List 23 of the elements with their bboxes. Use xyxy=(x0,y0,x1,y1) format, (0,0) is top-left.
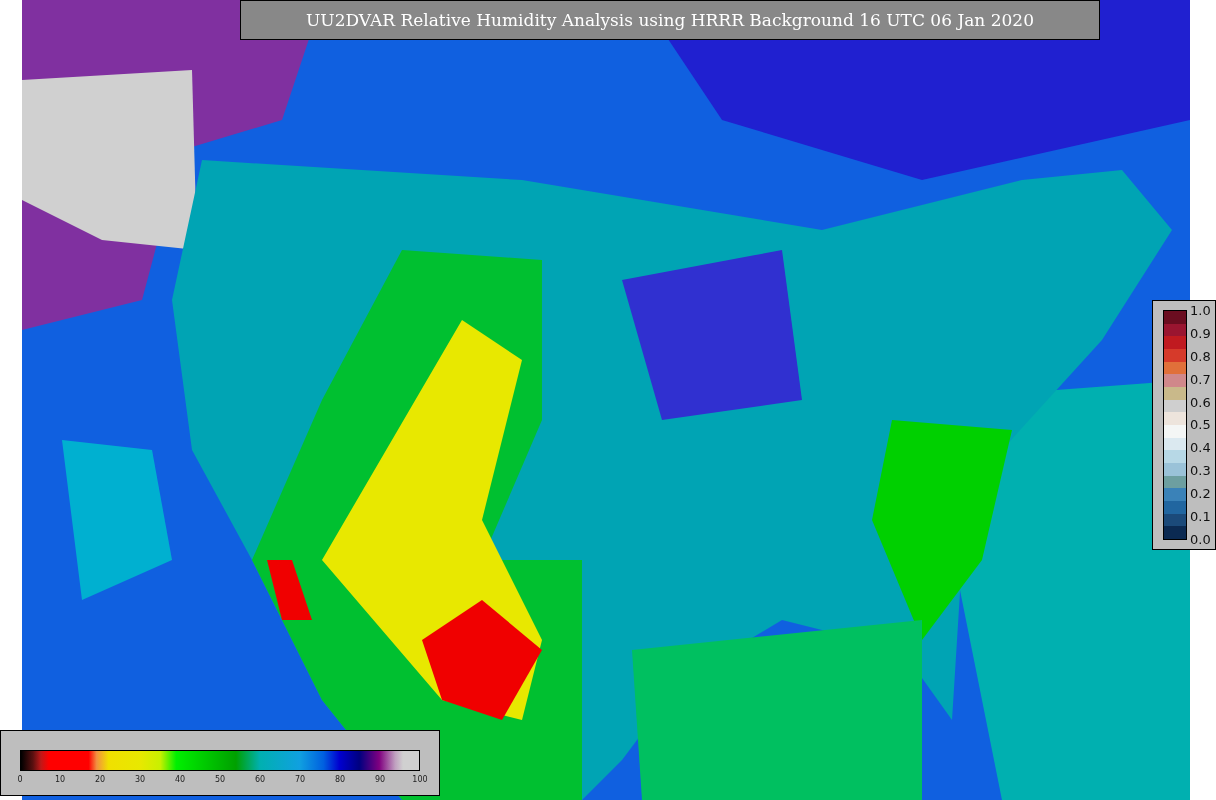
tick-label: 0 xyxy=(17,775,23,784)
tick-label: 0.7 xyxy=(1190,372,1211,386)
tick-label: 0.0 xyxy=(1190,532,1211,546)
tick-label: 30 xyxy=(134,775,146,784)
tick-label: 0.6 xyxy=(1190,395,1211,409)
tick-label: 50 xyxy=(214,775,226,784)
tick-label: 90 xyxy=(374,775,386,784)
tick-label: 10 xyxy=(54,775,66,784)
tick-label: 0.3 xyxy=(1190,464,1211,478)
tick-label: 60 xyxy=(254,775,266,784)
tick-label: 40 xyxy=(174,775,186,784)
tick-label: 1.0 xyxy=(1190,304,1211,317)
tick-label: 0.5 xyxy=(1190,418,1211,432)
tick-label: 0.9 xyxy=(1190,326,1211,340)
tick-label: 100 xyxy=(412,775,428,784)
tick-label: 0.2 xyxy=(1190,487,1211,501)
tick-label: 20 xyxy=(94,775,106,784)
tick-label: 70 xyxy=(294,775,306,784)
map-title: UU2DVAR Relative Humidity Analysis using HRRR Background 16 UTC 06 Jan 2020 xyxy=(240,0,1100,40)
tick-label: 80 xyxy=(334,775,346,784)
tick-label: 0.4 xyxy=(1190,441,1211,455)
tick-label: 0.1 xyxy=(1190,510,1211,523)
tick-label: 0.8 xyxy=(1190,349,1211,363)
